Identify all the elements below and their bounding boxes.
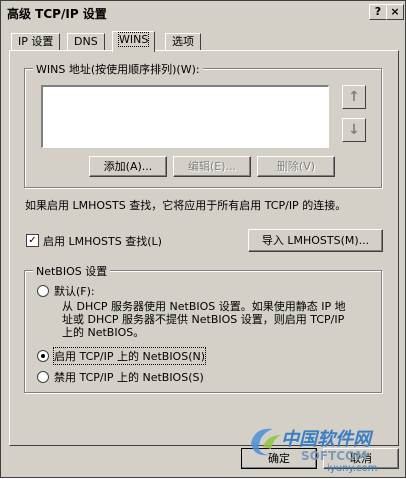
tab-ip-settings[interactable]: IP 设置 [11,33,61,50]
close-icon: × [390,5,400,18]
wins-address-group-title: WINS 地址(按使用顺序排列)(W): [33,61,203,77]
netbios-group-title: NetBIOS 设置 [33,263,111,279]
watermark: 中国软件网 SOFTCOM iyuny.com [241,421,406,479]
close-button[interactable]: × [386,4,404,20]
netbios-default-desc-3: 上的 NetBIOS。 [62,326,145,339]
help-icon: ? [374,5,382,18]
netbios-default-label[interactable]: 默认(F): [54,283,95,299]
watermark-cn-text: 中国软件网 [281,429,371,450]
watermark-logo-icon [251,428,281,456]
lmhosts-info-text: 如果启用 LMHOSTS 查找，它将应用于所有启用 TCP/IP 的连接。 [25,199,347,212]
tab-options[interactable]: 选项 [165,33,201,50]
netbios-enable-label[interactable]: 启用 TCP/IP 上的 NetBIOS(N) [52,347,207,365]
arrow-up-icon: ↑ [348,89,360,105]
watermark-url-text: iyuny.com [327,463,378,474]
radio-selected-dot [41,354,45,358]
enable-lmhosts-checkbox[interactable]: ✓ [26,234,39,247]
edit-button[interactable]: 编辑(E)... [173,156,251,177]
advanced-tcpip-dialog: 高级 TCP/IP 设置 ? × IP 设置 DNS WINS 选项 WINS … [0,0,406,478]
help-button[interactable]: ? [369,4,387,20]
netbios-default-radio[interactable] [37,285,49,297]
title-bar: 高级 TCP/IP 设置 ? × [3,3,404,21]
enable-lmhosts-label[interactable]: 启用 LMHOSTS 查找(L) [43,233,162,249]
add-button[interactable]: 添加(A)... [89,156,167,177]
delete-button[interactable]: 删除(V) [257,156,335,177]
tab-dns[interactable]: DNS [67,33,105,50]
netbios-disable-radio[interactable] [37,371,49,383]
wins-address-list[interactable] [41,85,329,148]
netbios-enable-radio[interactable] [37,350,49,362]
checkmark-icon: ✓ [28,235,37,246]
netbios-disable-label[interactable]: 禁用 TCP/IP 上的 NetBIOS(S) [54,369,204,385]
tab-wins[interactable]: WINS [112,31,156,52]
tab-wins-label: WINS [117,32,150,47]
window-title: 高级 TCP/IP 设置 [7,7,107,21]
wins-tab-panel: WINS 地址(按使用顺序排列)(W): ↑ ↓ 添加(A)... 编辑(E).… [9,50,399,446]
watermark-en-text: SOFTCOM [301,449,368,463]
arrow-down-icon: ↓ [348,122,360,138]
move-down-button[interactable]: ↓ [342,118,366,142]
move-up-button[interactable]: ↑ [342,85,366,109]
import-lmhosts-button[interactable]: 导入 LMHOSTS(M)... [248,229,383,252]
